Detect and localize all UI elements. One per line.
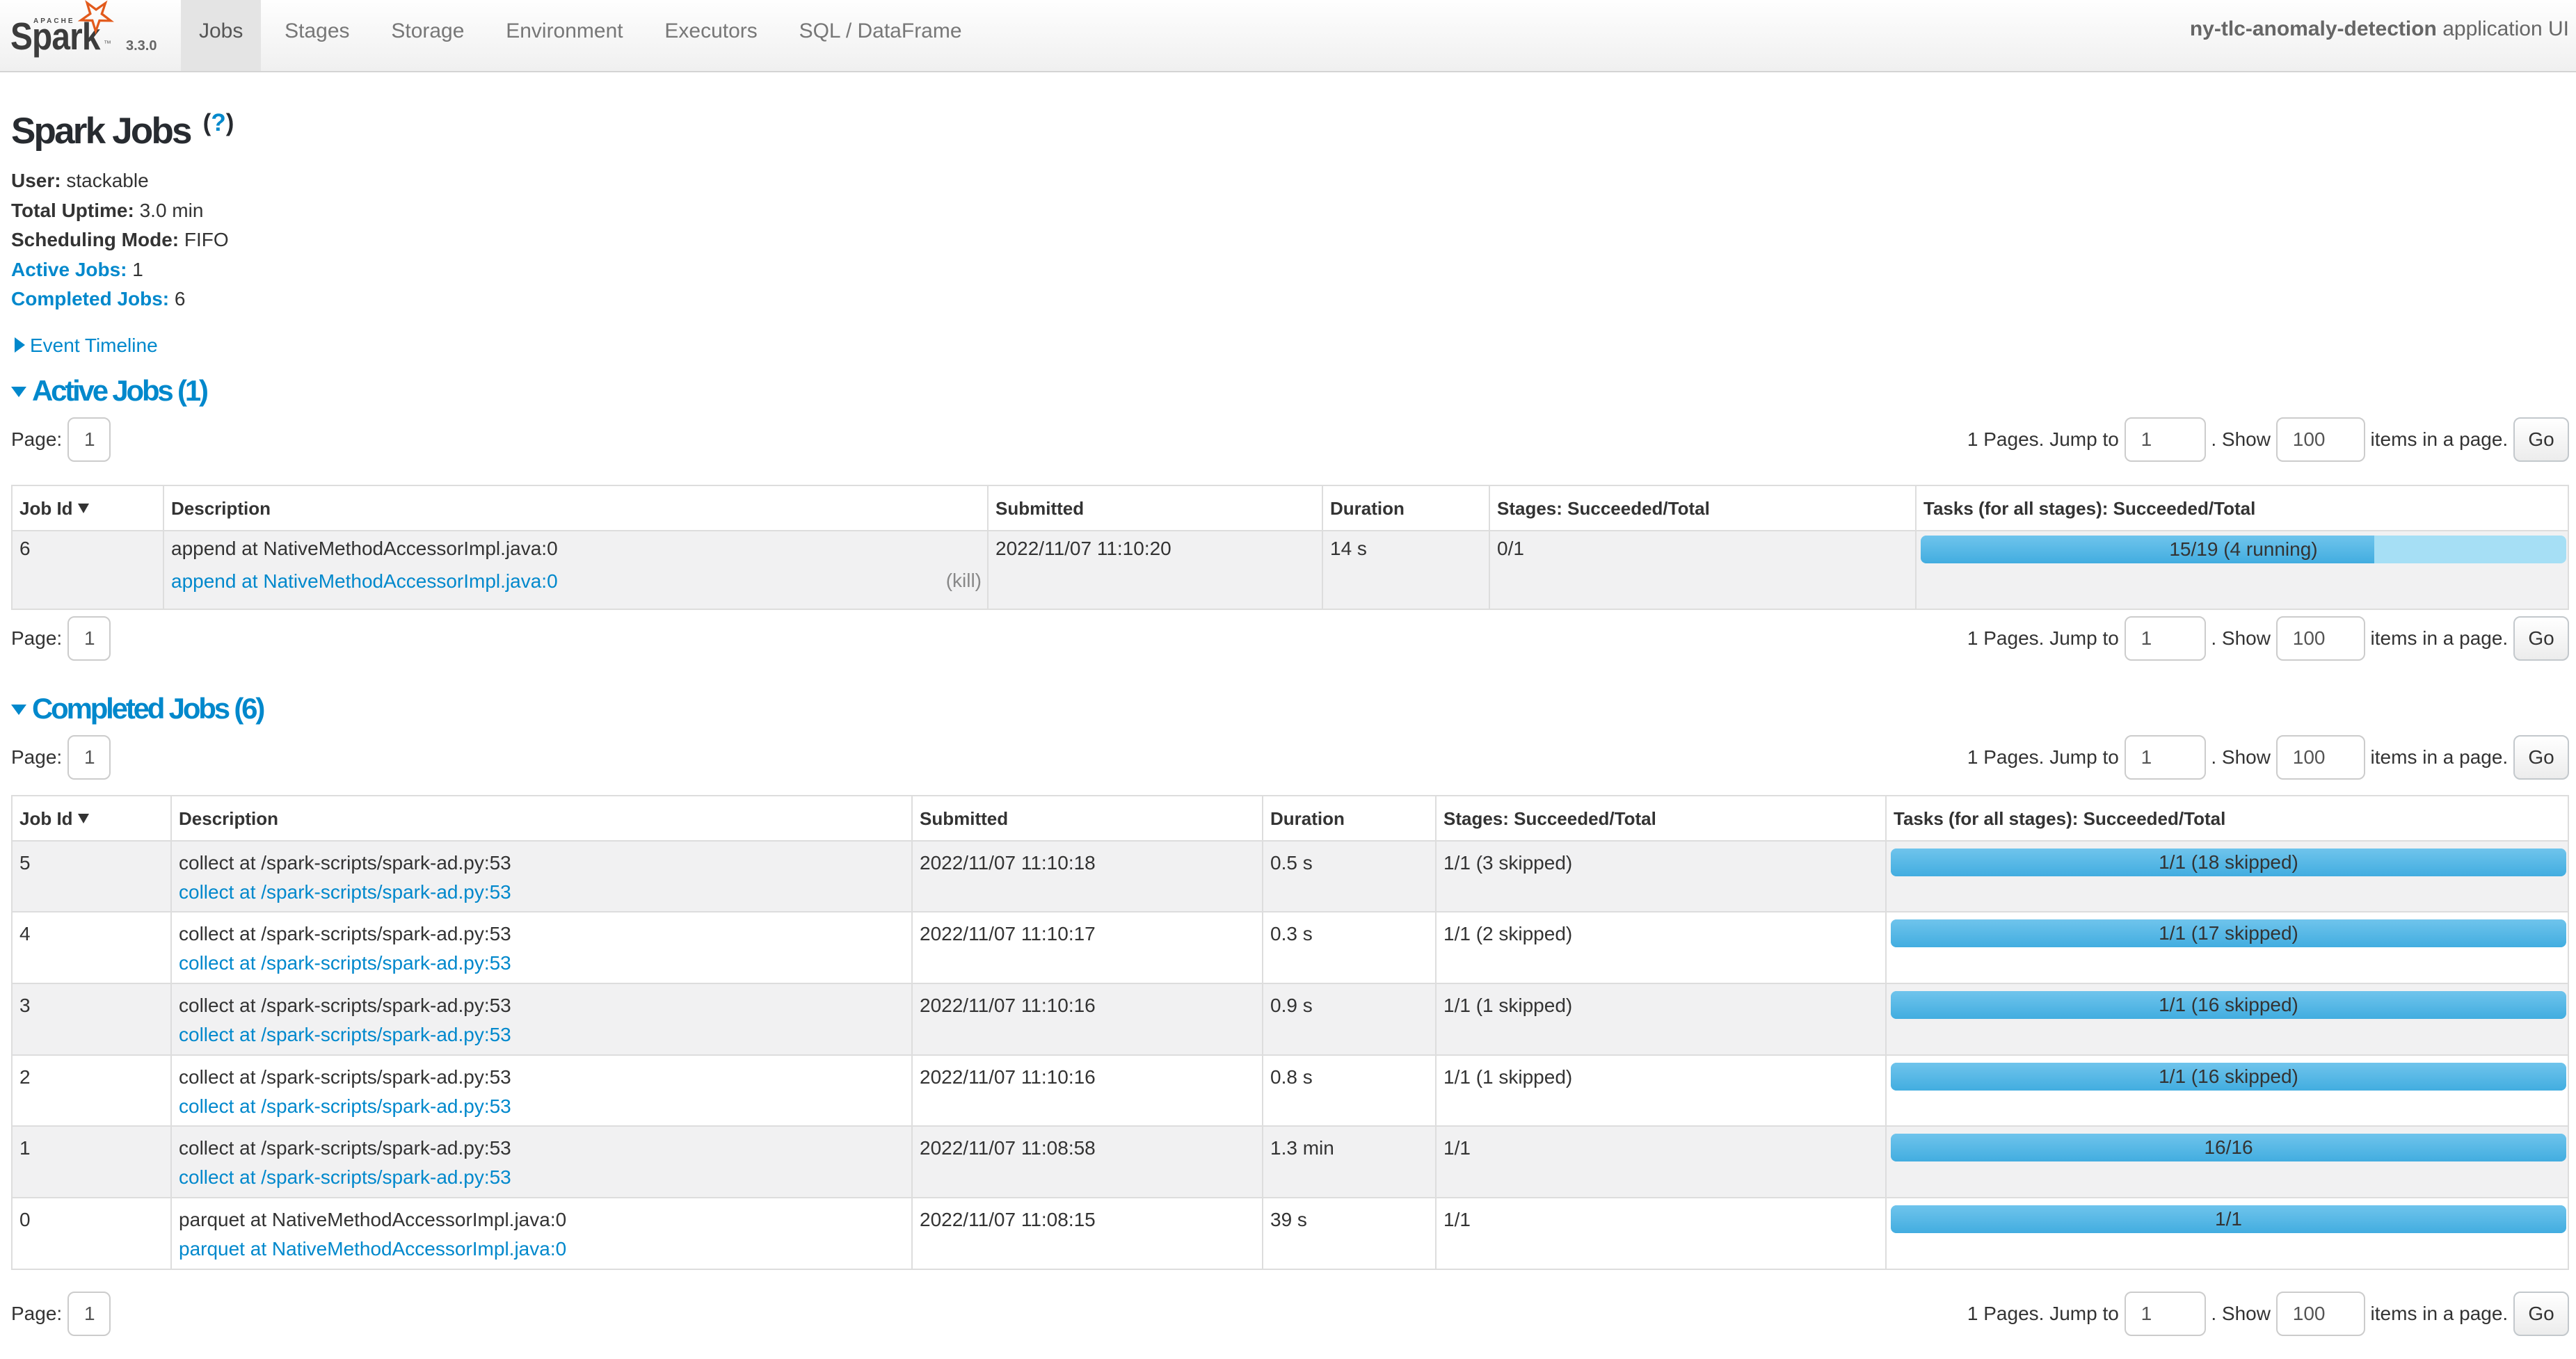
svg-text:™: ™ — [104, 40, 111, 48]
